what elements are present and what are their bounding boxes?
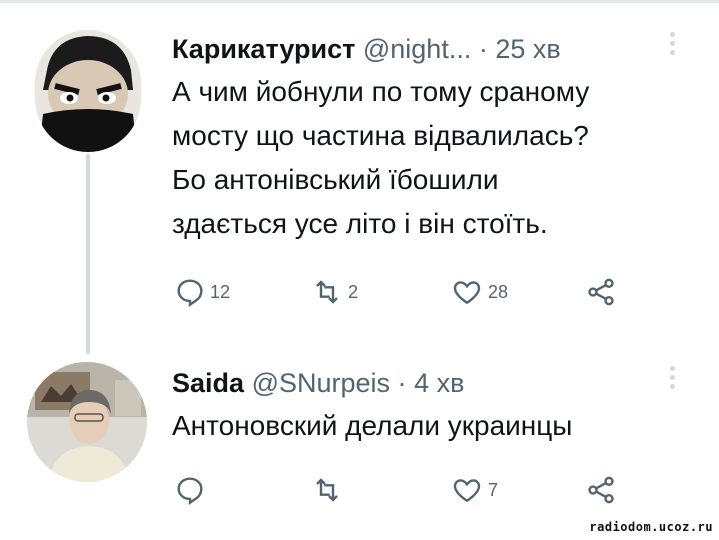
reply-button[interactable]: 12 [174,276,230,308]
reply-icon [177,279,203,307]
avatar[interactable] [27,362,147,482]
tweet-text: А чим йобнули по тому сраному мосту що ч… [172,76,590,239]
share-icon [588,476,614,504]
watermark: radiodom.ucoz.ru [589,520,713,534]
tweet-header: Карикатурист @night... · 25 хв [172,33,561,65]
retweet-icon [316,280,338,304]
reply-count: 12 [210,281,231,302]
separator-dot: · [478,34,488,64]
retweet-button[interactable]: 2 [310,276,358,308]
author-handle[interactable]: @night... [363,34,471,64]
tweet-thread: Карикатурист @night... · 25 хв А чим йоб… [0,0,719,540]
share-button[interactable] [584,276,618,308]
share-button[interactable] [584,474,618,506]
reply-button[interactable] [174,474,210,506]
timestamp[interactable]: 4 хв [414,368,464,398]
author-name[interactable]: Saida [172,368,244,398]
separator-dot: · [397,368,407,398]
tweet-header: Saida @SNurpeis · 4 хв [172,367,464,399]
like-icon [453,479,481,503]
like-button[interactable]: 7 [450,474,498,506]
retweet-count: 2 [348,281,359,302]
thread-line [86,154,90,354]
more-icon[interactable] [669,366,677,393]
reply-icon [177,477,203,505]
retweet-button[interactable] [310,474,348,506]
avatar[interactable] [35,30,141,152]
author-handle[interactable]: @SNurpeis [252,368,390,398]
author-name[interactable]: Карикатурист [172,34,355,64]
tweet-text: Антоновский делали украинцы [172,410,573,441]
like-count: 7 [488,479,499,500]
divider [0,0,719,3]
like-count: 28 [488,281,509,302]
share-icon [588,278,614,306]
like-button[interactable]: 28 [450,276,508,308]
retweet-icon [316,478,338,502]
like-icon [453,281,481,305]
more-icon[interactable] [669,32,677,59]
timestamp[interactable]: 25 хв [495,34,560,64]
